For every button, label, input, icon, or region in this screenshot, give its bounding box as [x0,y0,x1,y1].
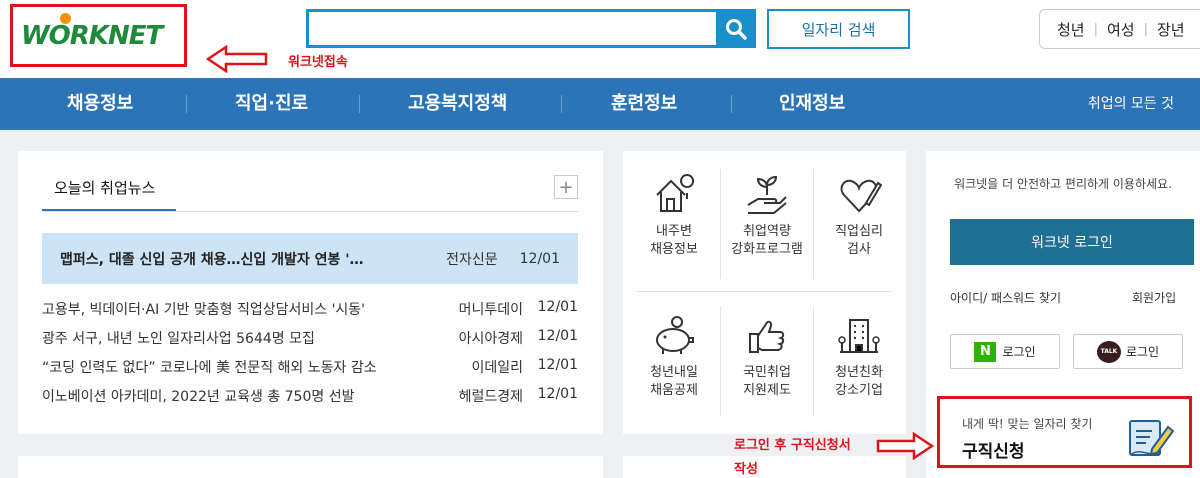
news-item-date: 12/01 [537,328,578,344]
annotation-logo: 워크넷접속 [288,55,348,70]
apply-subtitle: 내게 딱! 맞는 일자리 찾기 [962,417,1093,431]
heart-pencil-icon [840,179,882,213]
job-application-box[interactable]: 내게 딱! 맞는 일자리 찾기 구직신청 [937,396,1192,468]
job-search-button[interactable]: 일자리 검색 [767,9,910,49]
naver-login-button[interactable]: N 로그인 [950,334,1060,369]
headline-date: 12/01 [519,250,560,267]
kakao-login-button[interactable]: TALK 로그인 [1073,334,1183,369]
news-item-date: 12/01 [537,386,578,402]
nav-divider [359,95,360,113]
lower-panel [623,456,906,478]
search-input[interactable] [309,12,709,45]
lower-panel [18,456,603,478]
building-icon [838,319,880,353]
news-item-title: 이노베이션 아카데미, 2022년 교육생 총 750명 선발 [42,389,355,405]
tab-senior[interactable]: 장년 [1148,19,1194,40]
house-location-icon [656,174,695,212]
apply-title: 구직신청 [962,442,1025,462]
news-item[interactable]: “코딩 인력도 없다” 코로나에 美 전문직 해외 노동자 감소 이데일리 12… [42,357,578,379]
nav-item-career[interactable]: 직업·진로 [235,78,308,130]
news-headline[interactable]: 맵퍼스, 대졸 신입 공개 채용…신입 개발자 연봉 '… 전자신문 12/01 [42,233,578,284]
news-item-source: 헤럴드경제 [458,389,523,405]
nav-item-training[interactable]: 훈련정보 [611,78,677,130]
service-national-employment[interactable]: 국민취업 지원제도 [720,314,814,400]
service-label: 청년친화 강소기업 [835,365,883,398]
annotation-apply-line2: 작성 [734,462,758,477]
nav-divider [731,95,732,113]
tab-women[interactable]: 여성 [1098,19,1144,40]
hand-sprout-icon [747,175,787,214]
worknet-login-button[interactable]: 워크넷 로그인 [950,219,1194,265]
news-title[interactable]: 오늘의 취업뉴스 [54,177,155,198]
news-item-source: 머니투데이 [458,302,523,318]
signup-link[interactable]: 회원가입 [1132,289,1176,306]
news-item-title: 광주 서구, 내년 노인 일자리사업 5644명 모집 [42,331,315,347]
headline-source: 전자신문 [446,251,498,268]
news-item-title: 고용부, 빅데이터·AI 기반 맞춤형 직업상담서비스 '시동' [42,302,366,318]
annotation-apply-line1: 로그인 후 구직신청서 [734,438,851,453]
news-divider [42,211,578,212]
application-form-icon [1129,420,1175,456]
nav-divider [186,95,187,113]
naver-login-label: 로그인 [1002,345,1036,359]
nav-item-talent[interactable]: 인재정보 [779,78,845,130]
services-panel: 내주변 채용정보 취업역량 강화프로그램 직업심리 검사 청년내일 채움공제 국… [623,151,906,434]
worknet-logo[interactable]: WORKNET [21,21,163,51]
news-item-date: 12/01 [537,357,578,373]
logo-highlight-box: WORKNET [10,4,187,67]
service-label: 취업역량 강화프로그램 [731,224,803,257]
service-psych-test[interactable]: 직업심리 검사 [812,173,906,259]
piggy-bank-icon [656,316,694,354]
main-nav: 채용정보 직업·진로 고용복지정책 훈련정보 인재정보 취업의 모든 것 [0,78,1200,130]
search-icon [726,18,747,40]
kakao-login-label: 로그인 [1125,345,1160,359]
find-account-link[interactable]: 아이디/ 패스워드 찾기 [950,289,1061,306]
more-button[interactable]: + [554,175,578,199]
news-item-date: 12/01 [537,299,578,315]
service-youth-friendly-company[interactable]: 청년친화 강소기업 [812,314,906,400]
header: WORKNET 워크넷접속 일자리 검색 청년 | 여성 | 장년 [0,0,1200,78]
login-info-text: 워크넷을 더 안전하고 편리하게 이용하세요. [954,177,1172,191]
news-item[interactable]: 이노베이션 아카데미, 2022년 교육생 총 750명 선발 헤럴드경제 12… [42,386,578,408]
nav-item-jobs[interactable]: 채용정보 [67,78,133,130]
search-button[interactable] [716,9,756,48]
service-label: 내주변 채용정보 [650,224,698,257]
headline-title: 맵퍼스, 대졸 신입 공개 채용…신입 개발자 연봉 '… [60,251,364,268]
news-item-source: 이데일리 [471,360,523,376]
news-item-title: “코딩 인력도 없다” 코로나에 美 전문직 해외 노동자 감소 [42,360,377,376]
news-panel: 오늘의 취업뉴스 + 맵퍼스, 대졸 신입 공개 채용…신입 개발자 연봉 '…… [18,151,603,434]
news-item[interactable]: 광주 서구, 내년 노인 일자리사업 5644명 모집 아시아경제 12/01 [42,328,578,350]
grid-divider [637,291,892,292]
news-tab-underline [42,209,176,211]
naver-icon: N [974,341,997,362]
news-item-source: 아시아경제 [458,331,523,347]
nav-divider [561,95,562,113]
left-arrow-icon [206,45,268,73]
search-box [306,9,756,48]
news-item[interactable]: 고용부, 빅데이터·AI 기반 맞춤형 직업상담서비스 '시동' 머니투데이 1… [42,299,578,321]
right-arrow-icon [876,432,934,460]
service-nearby-jobs[interactable]: 내주변 채용정보 [627,173,721,259]
nav-item-welfare[interactable]: 고용복지정책 [408,78,507,130]
service-label: 직업심리 검사 [835,224,883,257]
kakao-talk-icon: TALK [1096,340,1121,363]
service-youth-savings[interactable]: 청년내일 채움공제 [627,314,721,400]
audience-tabs: 청년 | 여성 | 장년 [1039,9,1200,49]
thumbs-up-icon [749,320,785,353]
service-employment-program[interactable]: 취업역량 강화프로그램 [720,173,814,259]
service-label: 청년내일 채움공제 [650,365,698,398]
service-label: 국민취업 지원제도 [743,365,791,398]
tab-youth[interactable]: 청년 [1048,19,1094,40]
nav-all-link[interactable]: 취업의 모든 것 [1088,78,1174,130]
